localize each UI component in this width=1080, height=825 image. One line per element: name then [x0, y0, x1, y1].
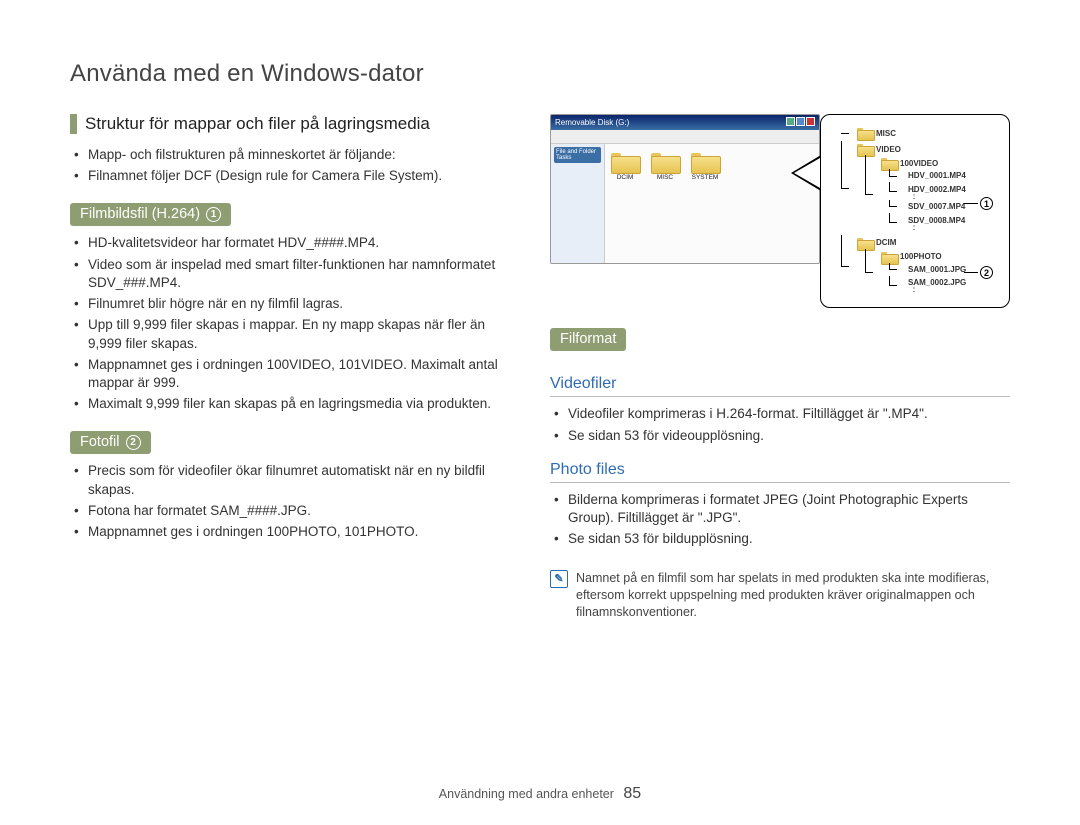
tree-file: SAM_0001.JPG	[908, 265, 966, 274]
tree-label: 100PHOTO	[900, 252, 942, 261]
list-item: Fotona har formatet SAM_####.JPG.	[88, 502, 516, 520]
list-item: HD-kvalitetsvideor har formatet HDV_####…	[88, 234, 516, 252]
page-root: Använda med en Windows-dator Struktur fö…	[0, 0, 1080, 651]
videofiler-list: Videofiler komprimeras i H.264-format. F…	[550, 405, 1010, 444]
sidebar-header: File and Folder Tasks	[554, 147, 601, 163]
list-item: Filnumret blir högre när en ny filmfil l…	[88, 295, 516, 313]
tree-file: SDV_0007.MP4	[908, 202, 965, 211]
list-item: Se sidan 53 för videoupplösning.	[568, 427, 1010, 445]
list-item: Maximalt 9,999 filer kan skapas på en la…	[88, 395, 516, 413]
note-icon: ✎	[550, 570, 568, 588]
columns: Struktur för mappar och filer på lagring…	[70, 114, 1010, 621]
film-badge-label: Filmbildsfil (H.264)	[80, 206, 200, 222]
photofiles-list: Bilderna komprimeras i formatet JPEG (Jo…	[550, 491, 1010, 549]
folder-label: DCIM	[611, 174, 639, 181]
list-item: Upp till 9,999 filer skapas i mappar. En…	[88, 316, 516, 352]
ellipsis-icon: ⋮	[905, 225, 999, 229]
folder-item: SYSTEM	[691, 150, 719, 258]
tree-label: 100VIDEO	[900, 159, 938, 168]
folder-label: SYSTEM	[691, 174, 719, 181]
window-buttons-icon	[785, 117, 815, 128]
folder-icon	[857, 143, 873, 155]
callout-arrow-icon	[791, 155, 821, 191]
window-toolbar	[551, 130, 819, 144]
window-main: DCIM MISC SYSTEM	[605, 144, 819, 264]
tree-file: HDV_0001.MP4	[908, 171, 966, 180]
circled-number-icon: 1	[980, 197, 993, 210]
footer-section: Användning med andra enheter	[439, 787, 614, 801]
diagram: Removable Disk (G:) File and Folder Task…	[550, 114, 1010, 308]
folder-icon	[881, 157, 897, 169]
tree-label: VIDEO	[876, 145, 901, 154]
film-list: HD-kvalitetsvideor har formatet HDV_####…	[70, 234, 516, 413]
ellipsis-icon: ⋮	[905, 287, 999, 291]
filformat-badge: Filformat	[550, 328, 626, 351]
note-box: ✎ Namnet på en filmfil som har spelats i…	[550, 570, 1010, 621]
window-body: File and Folder Tasks DCIM MISC SYSTEM	[551, 144, 819, 264]
list-item: Mappnamnet ges i ordningen 100VIDEO, 101…	[88, 356, 516, 392]
list-item: Bilderna komprimeras i formatet JPEG (Jo…	[568, 491, 1010, 527]
window-title: Removable Disk (G:)	[555, 118, 629, 127]
videofiler-subheading: Videofiler	[550, 375, 1010, 397]
folder-tree: MISC VIDEO 100VIDEO HDV_0001.MP4 HDV_000…	[833, 125, 999, 297]
intro-list: Mapp- och filstrukturen på minneskortet …	[70, 146, 516, 185]
folder-item: DCIM	[611, 150, 639, 258]
note-text: Namnet på en filmfil som har spelats in …	[576, 570, 1010, 621]
folder-label: MISC	[651, 174, 679, 181]
folder-item: MISC	[651, 150, 679, 258]
folder-icon	[611, 150, 639, 172]
photofiles-subheading: Photo files	[550, 461, 1010, 483]
circled-number-icon: 2	[126, 435, 141, 450]
window-titlebar: Removable Disk (G:)	[551, 115, 819, 130]
folder-icon	[881, 251, 897, 263]
foto-badge: Fotofil 2	[70, 431, 151, 454]
folder-icon	[691, 150, 719, 172]
folder-icon	[857, 127, 873, 139]
right-column: Removable Disk (G:) File and Folder Task…	[550, 114, 1010, 621]
list-item: Precis som för videofiler ökar filnumret…	[88, 462, 516, 498]
folder-icon	[651, 150, 679, 172]
intro-item: Mapp- och filstrukturen på minneskortet …	[88, 146, 516, 164]
list-item: Videofiler komprimeras i H.264-format. F…	[568, 405, 1010, 423]
film-badge: Filmbildsfil (H.264) 1	[70, 203, 231, 226]
list-item: Se sidan 53 för bildupplösning.	[568, 530, 1010, 548]
page-title: Använda med en Windows-dator	[70, 60, 1010, 88]
list-item: Video som är inspelad med smart filter-f…	[88, 256, 516, 292]
tree-diagram: MISC VIDEO 100VIDEO HDV_0001.MP4 HDV_000…	[820, 114, 1010, 308]
section-heading: Struktur för mappar och filer på lagring…	[70, 114, 516, 134]
circled-number-icon: 2	[980, 266, 993, 279]
circled-number-icon: 1	[206, 207, 221, 222]
foto-list: Precis som för videofiler ökar filnumret…	[70, 462, 516, 541]
callout-number: 2	[964, 266, 993, 279]
callout-number: 1	[964, 197, 993, 210]
list-item: Mappnamnet ges i ordningen 100PHOTO, 101…	[88, 523, 516, 541]
explorer-thumbnail: Removable Disk (G:) File and Folder Task…	[550, 114, 820, 264]
intro-item: Filnamnet följer DCF (Design rule for Ca…	[88, 167, 516, 185]
folder-icon	[857, 237, 873, 249]
tree-label: MISC	[876, 129, 896, 138]
foto-badge-label: Fotofil	[80, 434, 120, 450]
page-number: 85	[623, 785, 641, 802]
window-sidebar: File and Folder Tasks	[551, 144, 605, 264]
left-column: Struktur för mappar och filer på lagring…	[70, 114, 516, 621]
footer: Användning med andra enheter 85	[0, 785, 1080, 803]
tree-label: DCIM	[876, 238, 896, 247]
